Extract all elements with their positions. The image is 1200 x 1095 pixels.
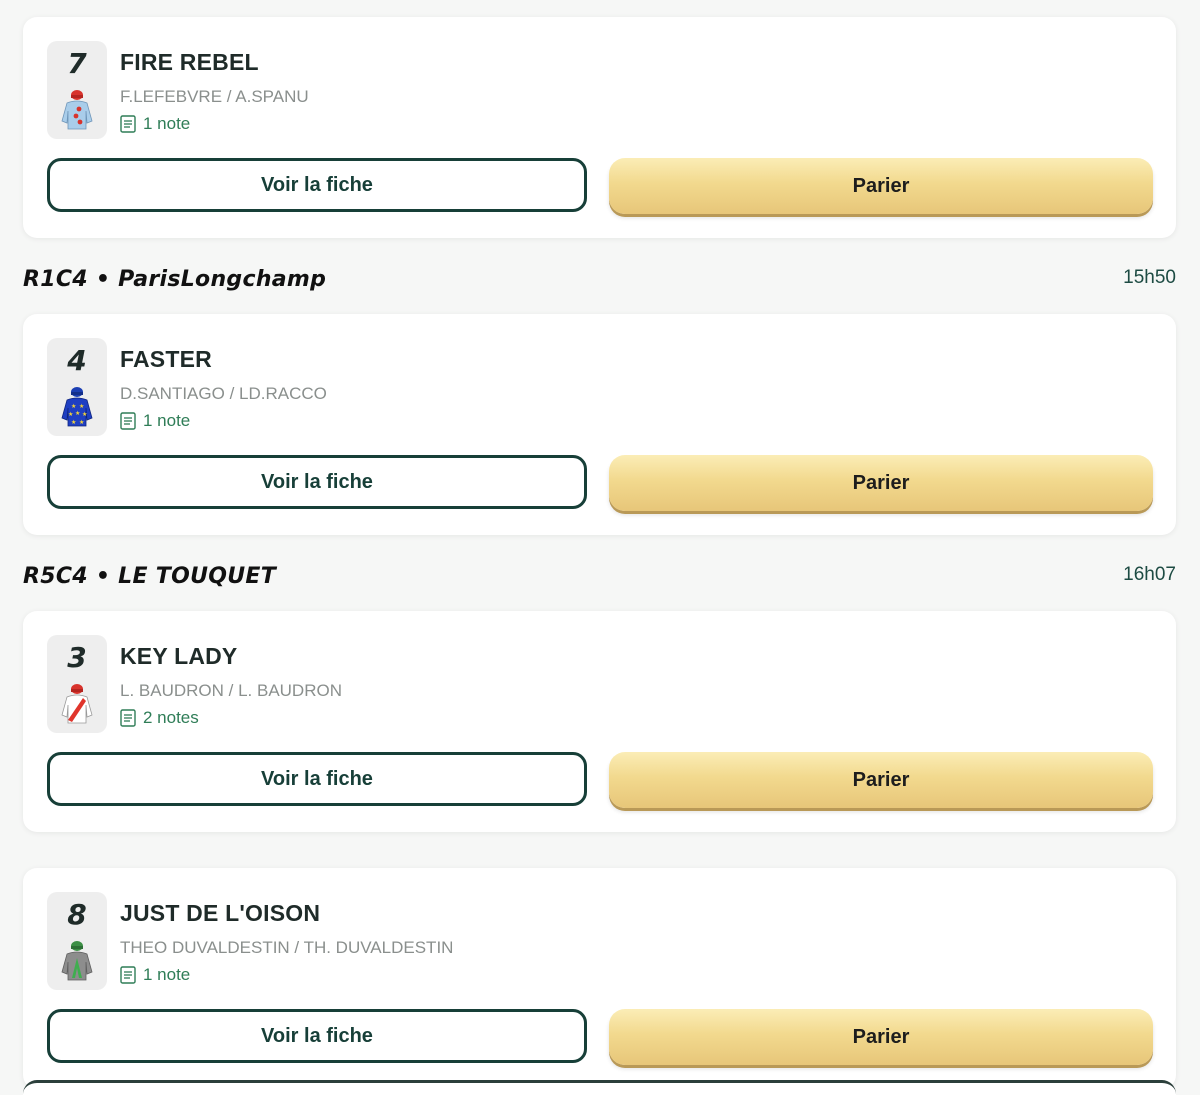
trainer-jockey: L. BAUDRON / L. BAUDRON <box>120 681 342 700</box>
horse-name: JUST DE L'OISON <box>120 900 321 926</box>
race-header: R1C4 • ParisLongchamp 15h50 <box>23 265 1176 297</box>
runner-card: 4 ★ ★ ★ ★ ★ ★ ★ FASTER D.SANTIAGO / LD.R… <box>23 314 1176 535</box>
runner-number: 3 <box>67 641 87 674</box>
svg-text:★: ★ <box>75 410 80 417</box>
notes-link[interactable]: 1 note <box>120 114 190 134</box>
svg-text:★: ★ <box>82 411 87 418</box>
runner-number-box: 4 ★ ★ ★ ★ ★ ★ ★ <box>47 338 107 436</box>
svg-text:★: ★ <box>79 419 84 426</box>
note-icon <box>120 115 136 133</box>
notes-count: 1 note <box>143 965 191 984</box>
parier-button[interactable]: Parier <box>609 1009 1153 1065</box>
svg-text:★: ★ <box>71 419 76 426</box>
race-title: R5C4 • LE TOUQUET <box>23 564 277 589</box>
white-red-sash-silk-icon <box>61 684 93 724</box>
runner-number-box: 8 <box>47 892 107 990</box>
voir-fiche-button[interactable]: Voir la fiche <box>47 1009 587 1063</box>
grey-green-chevron-silk-icon <box>61 941 93 981</box>
runner-number-box: 7 <box>47 41 107 139</box>
notes-count: 1 note <box>143 411 191 430</box>
light-blue-red-dots-silk-icon <box>61 90 93 130</box>
horse-name: KEY LADY <box>120 643 238 669</box>
parier-button[interactable]: Parier <box>609 752 1153 808</box>
runner-number: 4 <box>67 344 87 377</box>
voir-fiche-button[interactable]: Voir la fiche <box>47 752 587 806</box>
svg-text:★: ★ <box>68 411 73 418</box>
runner-number: 7 <box>67 47 87 80</box>
notes-count: 2 notes <box>143 708 199 727</box>
runner-card: 3 KEY LADY L. BAUDRON / L. BAUDRON 2 not… <box>23 611 1176 832</box>
note-icon <box>120 966 136 984</box>
runner-number: 8 <box>67 898 87 931</box>
note-icon <box>120 412 136 430</box>
notes-link[interactable]: 1 note <box>120 411 190 431</box>
race-time: 15h50 <box>1123 267 1176 288</box>
race-time: 16h07 <box>1123 564 1176 585</box>
notes-count: 1 note <box>143 114 191 133</box>
trainer-jockey: F.LEFEBVRE / A.SPANU <box>120 87 309 106</box>
race-header: R5C4 • LE TOUQUET 16h07 <box>23 562 1176 594</box>
notes-link[interactable]: 1 note <box>120 965 190 985</box>
next-card-edge <box>23 1080 1176 1095</box>
svg-text:★: ★ <box>71 403 76 410</box>
parier-button[interactable]: Parier <box>609 158 1153 214</box>
notes-link[interactable]: 2 notes <box>120 708 199 728</box>
runner-card: 8 JUST DE L'OISON THEO DUVALDESTIN / TH.… <box>23 868 1176 1089</box>
blue-yellow-stars-silk-icon: ★ ★ ★ ★ ★ ★ ★ <box>61 387 93 427</box>
race-title: R1C4 • ParisLongchamp <box>23 267 327 292</box>
runner-number-box: 3 <box>47 635 107 733</box>
svg-text:★: ★ <box>79 403 84 410</box>
voir-fiche-button[interactable]: Voir la fiche <box>47 158 587 212</box>
horse-name: FASTER <box>120 346 212 372</box>
runner-card: 7 FIRE REBEL F.LEFEBVRE / A.SPANU 1 note… <box>23 17 1176 238</box>
note-icon <box>120 709 136 727</box>
parier-button[interactable]: Parier <box>609 455 1153 511</box>
trainer-jockey: THEO DUVALDESTIN / TH. DUVALDESTIN <box>120 938 454 957</box>
trainer-jockey: D.SANTIAGO / LD.RACCO <box>120 384 327 403</box>
voir-fiche-button[interactable]: Voir la fiche <box>47 455 587 509</box>
horse-name: FIRE REBEL <box>120 49 259 75</box>
